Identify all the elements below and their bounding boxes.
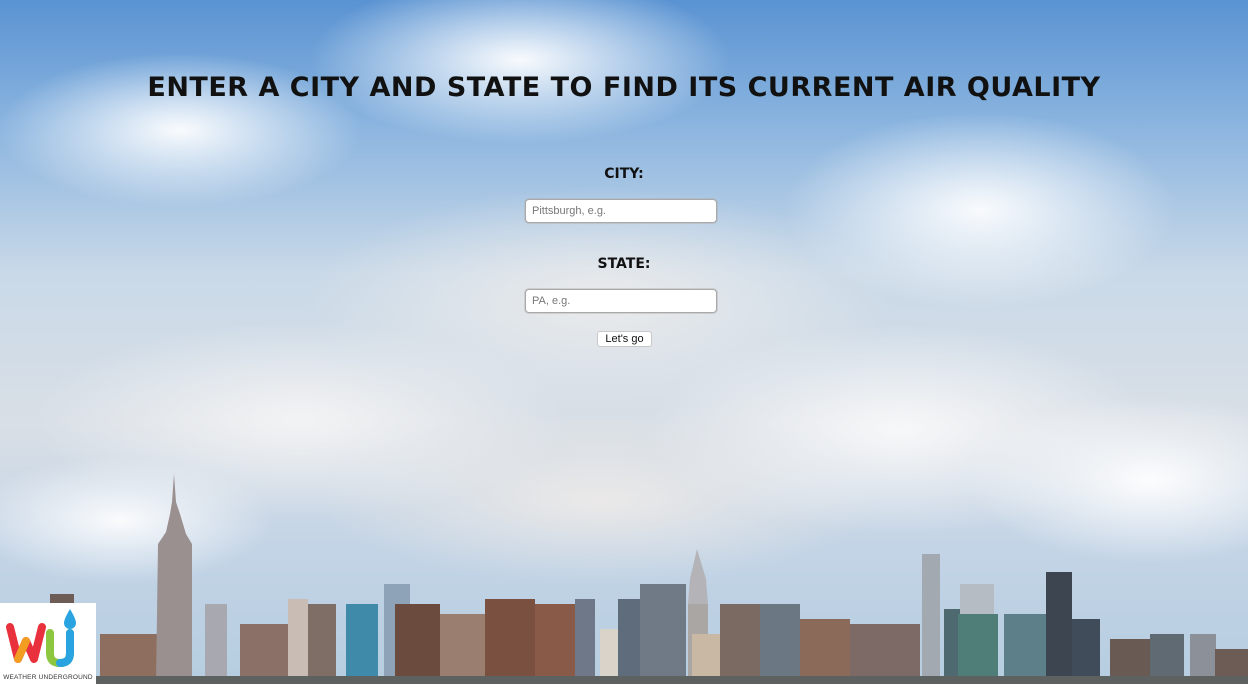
page-heading: ENTER A CITY AND STATE TO FIND ITS CURRE…	[147, 72, 1101, 103]
lets-go-button[interactable]: Let's go	[597, 331, 652, 347]
state-input[interactable]	[525, 289, 717, 313]
city-label: CITY:	[604, 166, 644, 182]
logo-caption: WEATHER UNDERGROUND	[3, 674, 93, 681]
city-input[interactable]	[525, 199, 717, 223]
weather-underground-icon	[6, 609, 76, 668]
state-label: STATE:	[597, 256, 651, 272]
city-skyline-image	[0, 474, 1248, 684]
weather-underground-logo[interactable]: WEATHER UNDERGROUND	[0, 603, 96, 684]
